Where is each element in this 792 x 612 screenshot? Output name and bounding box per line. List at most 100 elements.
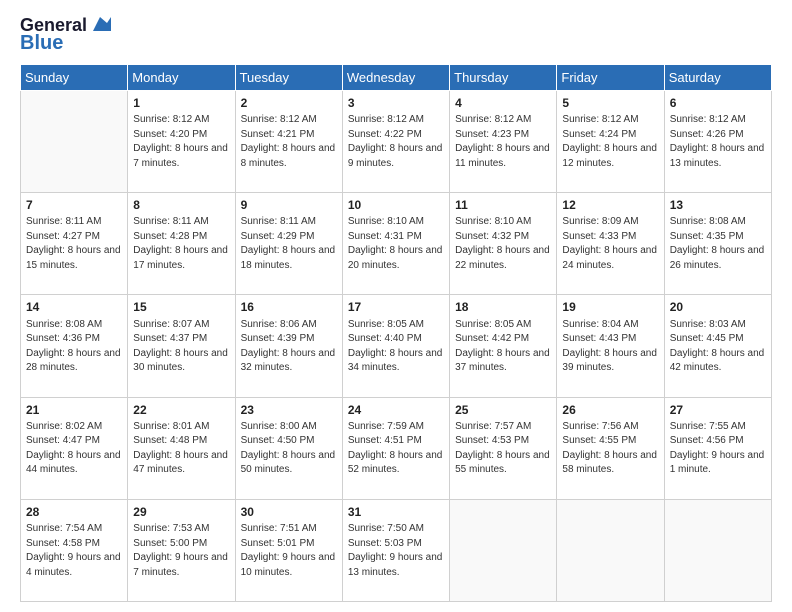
calendar-cell: 31Sunrise: 7:50 AMSunset: 5:03 PMDayligh… bbox=[342, 499, 449, 601]
day-info: Sunrise: 8:12 AMSunset: 4:23 PMDaylight:… bbox=[455, 113, 551, 171]
day-number: 17 bbox=[348, 299, 444, 316]
calendar-cell: 14Sunrise: 8:08 AMSunset: 4:36 PMDayligh… bbox=[21, 295, 128, 397]
day-number: 9 bbox=[241, 197, 337, 214]
col-header-thursday: Thursday bbox=[450, 64, 557, 90]
day-info: Sunrise: 8:05 AMSunset: 4:42 PMDaylight:… bbox=[455, 318, 551, 376]
day-number: 13 bbox=[670, 197, 766, 214]
day-number: 7 bbox=[26, 197, 122, 214]
calendar-cell bbox=[450, 499, 557, 601]
day-number: 30 bbox=[241, 504, 337, 521]
day-info: Sunrise: 8:11 AMSunset: 4:29 PMDaylight:… bbox=[241, 215, 337, 273]
calendar-cell: 26Sunrise: 7:56 AMSunset: 4:55 PMDayligh… bbox=[557, 397, 664, 499]
page: General Blue SundayMondayTuesdayWednesda… bbox=[0, 0, 792, 612]
day-number: 25 bbox=[455, 402, 551, 419]
day-info: Sunrise: 7:59 AMSunset: 4:51 PMDaylight:… bbox=[348, 420, 444, 478]
calendar-cell: 9Sunrise: 8:11 AMSunset: 4:29 PMDaylight… bbox=[235, 193, 342, 295]
calendar-cell bbox=[664, 499, 771, 601]
day-info: Sunrise: 7:56 AMSunset: 4:55 PMDaylight:… bbox=[562, 420, 658, 478]
calendar-cell: 15Sunrise: 8:07 AMSunset: 4:37 PMDayligh… bbox=[128, 295, 235, 397]
day-info: Sunrise: 8:07 AMSunset: 4:37 PMDaylight:… bbox=[133, 318, 229, 376]
day-number: 8 bbox=[133, 197, 229, 214]
calendar-cell: 12Sunrise: 8:09 AMSunset: 4:33 PMDayligh… bbox=[557, 193, 664, 295]
day-info: Sunrise: 8:01 AMSunset: 4:48 PMDaylight:… bbox=[133, 420, 229, 478]
day-info: Sunrise: 8:00 AMSunset: 4:50 PMDaylight:… bbox=[241, 420, 337, 478]
day-info: Sunrise: 8:08 AMSunset: 4:36 PMDaylight:… bbox=[26, 318, 122, 376]
day-info: Sunrise: 8:12 AMSunset: 4:24 PMDaylight:… bbox=[562, 113, 658, 171]
day-number: 10 bbox=[348, 197, 444, 214]
calendar-week-2: 7Sunrise: 8:11 AMSunset: 4:27 PMDaylight… bbox=[21, 193, 772, 295]
calendar-cell: 5Sunrise: 8:12 AMSunset: 4:24 PMDaylight… bbox=[557, 90, 664, 192]
day-info: Sunrise: 8:03 AMSunset: 4:45 PMDaylight:… bbox=[670, 318, 766, 376]
day-info: Sunrise: 7:55 AMSunset: 4:56 PMDaylight:… bbox=[670, 420, 766, 478]
calendar-header-row: SundayMondayTuesdayWednesdayThursdayFrid… bbox=[21, 64, 772, 90]
logo: General Blue bbox=[20, 16, 111, 54]
col-header-tuesday: Tuesday bbox=[235, 64, 342, 90]
calendar-cell: 29Sunrise: 7:53 AMSunset: 5:00 PMDayligh… bbox=[128, 499, 235, 601]
calendar-cell: 17 Sunrise: 8:05 AMSunset: 4:40 PMDayligh… bbox=[342, 295, 449, 397]
day-number: 2 bbox=[241, 95, 337, 112]
day-info: Sunrise: 8:12 AMSunset: 4:26 PMDaylight:… bbox=[670, 113, 766, 171]
calendar-cell: 2Sunrise: 8:12 AMSunset: 4:21 PMDaylight… bbox=[235, 90, 342, 192]
day-number: 12 bbox=[562, 197, 658, 214]
day-info: Sunrise: 8:10 AMSunset: 4:31 PMDaylight:… bbox=[348, 215, 444, 273]
day-number: 27 bbox=[670, 402, 766, 419]
day-info: Sunrise: 8:05 AMSunset: 4:40 PMDaylight:… bbox=[348, 318, 444, 376]
day-info: Sunrise: 7:51 AMSunset: 5:01 PMDaylight:… bbox=[241, 522, 337, 580]
day-number: 3 bbox=[348, 95, 444, 112]
day-number: 29 bbox=[133, 504, 229, 521]
calendar-cell: 20 Sunrise: 8:03 AMSunset: 4:45 PMDayligh… bbox=[664, 295, 771, 397]
calendar-cell: 8Sunrise: 8:11 AMSunset: 4:28 PMDaylight… bbox=[128, 193, 235, 295]
calendar-cell: 24Sunrise: 7:59 AMSunset: 4:51 PMDayligh… bbox=[342, 397, 449, 499]
calendar-cell: 27Sunrise: 7:55 AMSunset: 4:56 PMDayligh… bbox=[664, 397, 771, 499]
calendar-cell: 18Sunrise: 8:05 AMSunset: 4:42 PMDayligh… bbox=[450, 295, 557, 397]
calendar-cell: 21Sunrise: 8:02 AMSunset: 4:47 PMDayligh… bbox=[21, 397, 128, 499]
calendar-cell: 22Sunrise: 8:01 AMSunset: 4:48 PMDayligh… bbox=[128, 397, 235, 499]
calendar-cell: 30Sunrise: 7:51 AMSunset: 5:01 PMDayligh… bbox=[235, 499, 342, 601]
col-header-wednesday: Wednesday bbox=[342, 64, 449, 90]
calendar-cell bbox=[21, 90, 128, 192]
day-number: 4 bbox=[455, 95, 551, 112]
day-number: 31 bbox=[348, 504, 444, 521]
calendar-cell: 23Sunrise: 8:00 AMSunset: 4:50 PMDayligh… bbox=[235, 397, 342, 499]
calendar-cell: 3Sunrise: 8:12 AMSunset: 4:22 PMDaylight… bbox=[342, 90, 449, 192]
day-number: 5 bbox=[562, 95, 658, 112]
calendar-cell: 4Sunrise: 8:12 AMSunset: 4:23 PMDaylight… bbox=[450, 90, 557, 192]
day-number: 20 bbox=[670, 299, 766, 316]
calendar-cell: 10Sunrise: 8:10 AMSunset: 4:31 PMDayligh… bbox=[342, 193, 449, 295]
calendar-cell: 19 Sunrise: 8:04 AMSunset: 4:43 PMDayligh… bbox=[557, 295, 664, 397]
calendar-cell: 28Sunrise: 7:54 AMSunset: 4:58 PMDayligh… bbox=[21, 499, 128, 601]
day-number: 19 bbox=[562, 299, 658, 316]
col-header-saturday: Saturday bbox=[664, 64, 771, 90]
day-info: Sunrise: 7:50 AMSunset: 5:03 PMDaylight:… bbox=[348, 522, 444, 580]
logo-blue: Blue bbox=[20, 32, 63, 54]
day-info: Sunrise: 8:11 AMSunset: 4:28 PMDaylight:… bbox=[133, 215, 229, 273]
day-info: Sunrise: 8:04 AMSunset: 4:43 PMDaylight:… bbox=[562, 318, 658, 376]
day-info: Sunrise: 8:10 AMSunset: 4:32 PMDaylight:… bbox=[455, 215, 551, 273]
day-info: Sunrise: 7:54 AMSunset: 4:58 PMDaylight:… bbox=[26, 522, 122, 580]
logo-icon bbox=[89, 13, 111, 35]
day-info: Sunrise: 8:06 AMSunset: 4:39 PMDaylight:… bbox=[241, 318, 337, 376]
calendar-cell: 1Sunrise: 8:12 AMSunset: 4:20 PMDaylight… bbox=[128, 90, 235, 192]
day-number: 23 bbox=[241, 402, 337, 419]
day-number: 28 bbox=[26, 504, 122, 521]
day-number: 11 bbox=[455, 197, 551, 214]
day-info: Sunrise: 7:53 AMSunset: 5:00 PMDaylight:… bbox=[133, 522, 229, 580]
day-number: 22 bbox=[133, 402, 229, 419]
day-info: Sunrise: 8:12 AMSunset: 4:21 PMDaylight:… bbox=[241, 113, 337, 171]
header: General Blue bbox=[20, 16, 772, 54]
col-header-sunday: Sunday bbox=[21, 64, 128, 90]
calendar-cell: 6Sunrise: 8:12 AMSunset: 4:26 PMDaylight… bbox=[664, 90, 771, 192]
calendar-cell: 11Sunrise: 8:10 AMSunset: 4:32 PMDayligh… bbox=[450, 193, 557, 295]
calendar-week-1: 1Sunrise: 8:12 AMSunset: 4:20 PMDaylight… bbox=[21, 90, 772, 192]
calendar-cell: 13Sunrise: 8:08 AMSunset: 4:35 PMDayligh… bbox=[664, 193, 771, 295]
day-number: 1 bbox=[133, 95, 229, 112]
calendar-cell: 25Sunrise: 7:57 AMSunset: 4:53 PMDayligh… bbox=[450, 397, 557, 499]
day-info: Sunrise: 8:09 AMSunset: 4:33 PMDaylight:… bbox=[562, 215, 658, 273]
calendar-table: SundayMondayTuesdayWednesdayThursdayFrid… bbox=[20, 64, 772, 602]
day-number: 6 bbox=[670, 95, 766, 112]
calendar-week-3: 14Sunrise: 8:08 AMSunset: 4:36 PMDayligh… bbox=[21, 295, 772, 397]
calendar-cell: 7Sunrise: 8:11 AMSunset: 4:27 PMDaylight… bbox=[21, 193, 128, 295]
day-number: 21 bbox=[26, 402, 122, 419]
day-info: Sunrise: 8:08 AMSunset: 4:35 PMDaylight:… bbox=[670, 215, 766, 273]
col-header-friday: Friday bbox=[557, 64, 664, 90]
